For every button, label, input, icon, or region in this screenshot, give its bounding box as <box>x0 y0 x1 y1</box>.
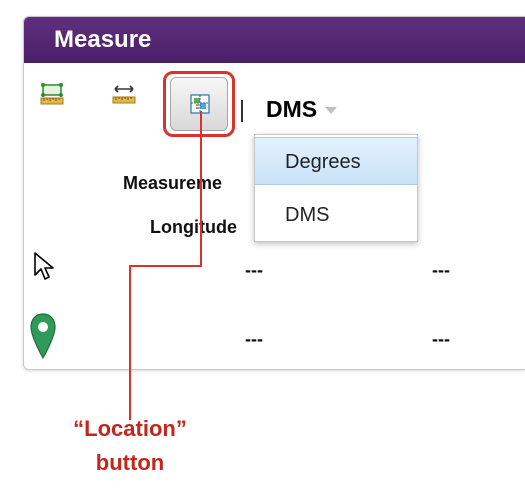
row2-latitude: --- <box>432 329 450 349</box>
toolbar-separator <box>241 100 243 122</box>
cursor-icon <box>34 252 54 280</box>
unit-dropdown-menu: Degrees DMS <box>254 134 418 242</box>
row1-latitude: --- <box>432 260 450 280</box>
location-button-annotation: “Location” button <box>73 416 187 475</box>
unit-option-dms[interactable]: DMS <box>255 191 417 239</box>
measurement-result-label: Measureme <box>123 173 223 193</box>
callout-line <box>129 265 131 420</box>
longitude-column-header: Longitude <box>150 217 237 237</box>
unit-select-value: DMS <box>266 95 318 122</box>
measure-area-icon[interactable] <box>40 83 64 105</box>
unit-select[interactable]: DMS <box>266 94 338 124</box>
measure-distance-icon[interactable] <box>112 83 136 105</box>
row2-longitude: --- <box>245 329 263 349</box>
row1-longitude: --- <box>245 260 263 280</box>
callout-line <box>129 265 202 267</box>
panel-title: Measure <box>24 17 525 63</box>
chevron-down-icon <box>325 107 338 114</box>
unit-option-degrees[interactable]: Degrees <box>255 137 417 185</box>
map-pin-icon <box>30 313 56 360</box>
callout-line <box>200 111 202 266</box>
